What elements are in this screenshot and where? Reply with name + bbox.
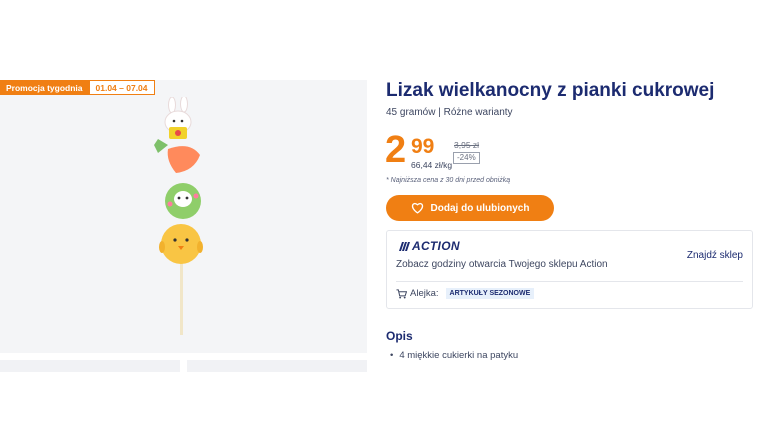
promo-badge: Promocja tygodnia 01.04 – 07.04: [0, 80, 155, 95]
promo-label: Promocja tygodnia: [0, 80, 89, 95]
description-list: 4 miękkie cukierki na patyku: [390, 350, 518, 361]
cart-icon: [396, 288, 407, 299]
thumbnail-2[interactable]: [187, 360, 367, 372]
find-store-link[interactable]: Znajdź sklep: [687, 250, 743, 261]
thumbnail-1[interactable]: [0, 360, 180, 372]
discount-badge: -24%: [453, 152, 480, 164]
price-integer: 2: [385, 129, 407, 171]
promo-dates: 01.04 – 07.04: [88, 80, 155, 95]
product-image: [154, 97, 203, 335]
action-logo: ACTION: [399, 239, 460, 253]
aisle-tag: ARTYKUŁY SEZONOWE: [445, 288, 535, 299]
store-info-card: ACTION Zobacz godziny otwarcia Twojego s…: [386, 230, 753, 309]
aisle-label: Alejka:: [410, 288, 439, 299]
price-footnote: * Najniższa cena z 30 dni przed obniżką: [386, 177, 511, 184]
unit-price: 66,44 zł/kg: [411, 160, 453, 170]
product-image-gallery[interactable]: [0, 80, 367, 353]
gallery-thumbnails: [0, 360, 367, 372]
aisle-info: Alejka: ARTYKUŁY SEZONOWE: [396, 288, 535, 299]
product-title: Lizak wielkanocny z pianki cukrowej: [386, 80, 715, 101]
description-item: 4 miękkie cukierki na patyku: [390, 350, 518, 361]
product-subtitle: 45 gramów | Różne warianty: [386, 107, 513, 118]
heart-icon: [411, 202, 423, 214]
logo-stripes-icon: [399, 241, 410, 251]
description-heading: Opis: [386, 329, 413, 343]
brand-name: ACTION: [412, 239, 460, 253]
old-price: 3,95 zł: [454, 140, 480, 150]
price-decimal: 99: [411, 135, 435, 158]
store-hours-text: Zobacz godziny otwarcia Twojego sklepu A…: [396, 259, 608, 270]
divider: [396, 281, 743, 282]
add-to-favorites-button[interactable]: Dodaj do ulubionych: [386, 195, 554, 221]
add-to-favorites-label: Dodaj do ulubionych: [430, 202, 530, 214]
